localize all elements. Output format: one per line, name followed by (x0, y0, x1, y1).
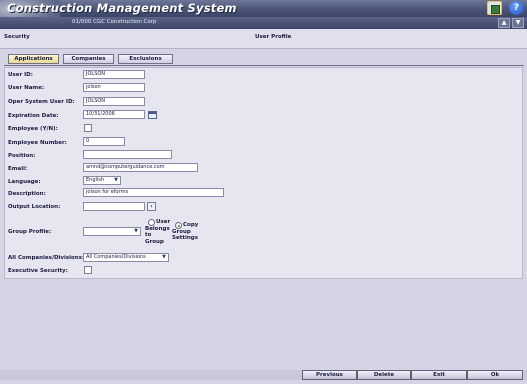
group-profile-select[interactable]: ▼ (83, 227, 141, 236)
employee-yn-label: Employee (Y/N): (8, 126, 58, 132)
launch-icon[interactable] (487, 1, 502, 15)
calendar-icon[interactable] (148, 111, 157, 119)
delete-button[interactable]: Delete (357, 370, 411, 380)
company-bar: 01/000 CGC Construction Corp (0, 17, 527, 29)
chevron-down-icon: ▼ (114, 177, 118, 183)
email-label: Email: (8, 166, 28, 172)
chevron-down-icon: ▼ (162, 254, 166, 260)
section-title: Security (4, 34, 30, 40)
user-id-field[interactable]: JOLSON (83, 70, 145, 79)
position-field[interactable] (83, 150, 172, 159)
employee-number-label: Employee Number: (8, 140, 67, 146)
scroll-down-icon[interactable]: ▼ (512, 18, 524, 28)
belongs-to-group-label: User Belongs to Group (145, 219, 171, 245)
group-profile-label: Group Profile: (8, 229, 52, 235)
all-companies-value: All Companies/Divisions (86, 254, 146, 260)
oper-user-id-field[interactable]: JOLSON (83, 97, 145, 106)
user-id-label: User ID: (8, 72, 33, 78)
chevron-down-icon: ▼ (134, 228, 138, 234)
expiration-date-label: Expiration Date: (8, 113, 59, 119)
app-title: Construction Management System (7, 1, 237, 15)
help-icon[interactable]: ? (509, 1, 524, 15)
output-lookup-icon[interactable]: ‹ (147, 202, 156, 211)
language-select[interactable]: English ▼ (83, 176, 121, 185)
employee-number-field[interactable]: 0 (83, 137, 125, 146)
oper-user-id-label: Oper System User ID: (8, 99, 75, 105)
company-name: 01/000 CGC Construction Corp (72, 19, 157, 25)
tab-exclusions[interactable]: Exclusions (118, 54, 173, 64)
language-value: English (86, 177, 105, 183)
scroll-up-icon[interactable]: ▲ (498, 18, 510, 28)
employee-checkbox[interactable] (84, 124, 92, 132)
output-location-label: Output Location: (8, 204, 61, 210)
language-label: Language: (8, 179, 41, 185)
title-bar: Construction Management System (0, 0, 527, 30)
description-label: Description: (8, 191, 46, 197)
copy-group-settings-label: Copy Group Settings (172, 222, 199, 241)
previous-button[interactable]: Previous (302, 370, 357, 380)
description-field[interactable]: jolson for eforms (83, 188, 224, 197)
page-title: User Profile (255, 34, 292, 40)
all-companies-select[interactable]: All Companies/Divisions ▼ (83, 253, 169, 262)
output-location-field[interactable] (83, 202, 145, 211)
user-name-label: User Name: (8, 85, 45, 91)
all-companies-label: All Companies/Divisions: (8, 255, 85, 261)
executive-security-checkbox[interactable] (84, 266, 92, 274)
position-label: Position: (8, 153, 36, 159)
user-profile-panel (4, 67, 523, 279)
executive-security-label: Executive Security: (8, 268, 68, 274)
user-name-field[interactable]: jolson (83, 83, 145, 92)
tab-applications[interactable]: Applications (8, 54, 59, 64)
ok-button[interactable]: Ok (467, 370, 523, 380)
exit-button[interactable]: Exit (411, 370, 467, 380)
expiration-date-field[interactable]: 10/31/2006 (83, 110, 145, 119)
tab-companies[interactable]: Companies (63, 54, 114, 64)
email-field[interactable]: amnd@computerguidance.com (83, 163, 198, 172)
tab-divider (4, 65, 524, 66)
